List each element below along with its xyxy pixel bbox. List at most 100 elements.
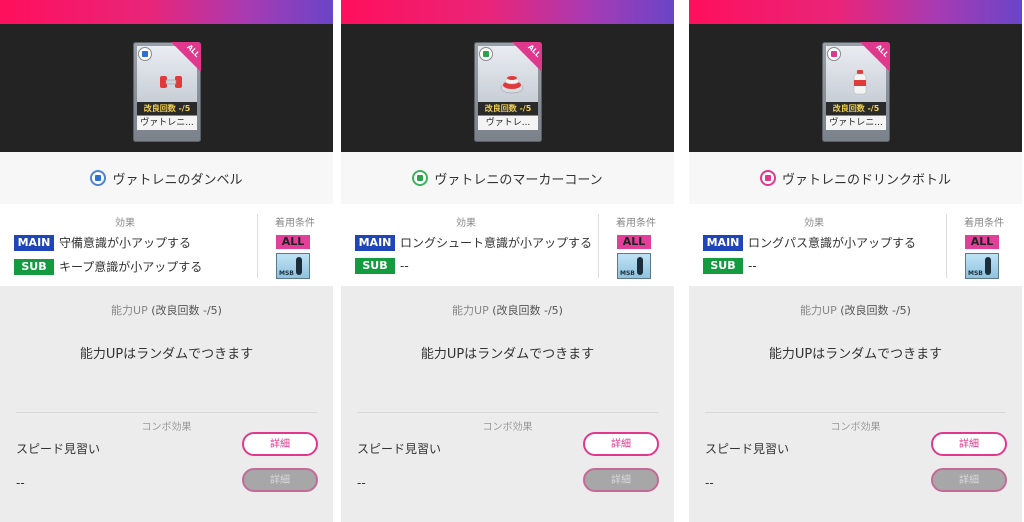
category-badge-icon: [479, 47, 493, 61]
category-green-icon: [412, 170, 429, 186]
main-tag: MAIN: [703, 234, 743, 251]
card-upgrade-count: 改良回数 -/5: [478, 102, 538, 115]
conditions-label: 着用条件: [275, 218, 315, 229]
item-panel-drink-bottle: ALL 改良回数 -/5 ヴァトレニ... ヴァトレニのドリンクボトル 効果 M…: [689, 0, 1022, 522]
category-blue-icon: [90, 170, 107, 186]
combo-item: --: [705, 476, 714, 490]
ability-count: (改良回数 -/5): [492, 304, 563, 317]
combo-item: --: [16, 476, 25, 490]
ability-label: 能力UP: [800, 304, 837, 317]
item-title-row: ヴァトレニのマーカーコーン: [341, 152, 674, 204]
ability-label: 能力UP: [452, 304, 489, 317]
msb-label: MSB: [968, 270, 983, 277]
combo-section: コンボ効果 スピード見習い 詳細 -- 詳細: [0, 414, 333, 522]
marker-cone-icon: [500, 76, 524, 94]
ability-message: 能力UPはランダムでつきます: [768, 347, 943, 362]
combo-item: スピード見習い: [357, 442, 442, 456]
combo-section: コンボ効果 スピード見習い 詳細 -- 詳細: [341, 414, 674, 522]
msb-player-icon: MSB: [965, 253, 999, 279]
combo-item: --: [357, 476, 366, 490]
main-effect: MAIN 守備意識が小アップする: [14, 234, 191, 251]
ability-header: 能力UP (改良回数 -/5): [0, 302, 333, 318]
ability-label: 能力UP: [111, 304, 148, 317]
detail-button[interactable]: 詳細: [583, 432, 659, 456]
category-badge-icon: [827, 47, 841, 61]
effects-label: 効果: [456, 218, 476, 229]
card-item-name: ヴァトレニ...: [826, 116, 886, 130]
detail-button[interactable]: 詳細: [931, 432, 1007, 456]
combo-label: コンボ効果: [482, 422, 533, 433]
combo-section: コンボ効果 スピード見習い 詳細 -- 詳細: [689, 414, 1022, 522]
card-upgrade-count: 改良回数 -/5: [826, 102, 886, 115]
header-gradient-bar: [689, 0, 1022, 24]
ability-header: 能力UP (改良回数 -/5): [689, 302, 1022, 318]
detail-button-disabled[interactable]: 詳細: [931, 468, 1007, 492]
item-title-row: ヴァトレニのダンベル: [0, 152, 333, 204]
ability-section: 能力UP (改良回数 -/5) 能力UPはランダムでつきます: [0, 286, 333, 414]
header-gradient-bar: [0, 0, 333, 24]
card-item-name: ヴァトレニ...: [137, 116, 197, 130]
sub-effect-text: --: [400, 259, 409, 273]
ability-section: 能力UP (改良回数 -/5) 能力UPはランダムでつきます: [341, 286, 674, 414]
ability-message: 能力UPはランダムでつきます: [79, 347, 254, 362]
card-item-name: ヴァトレ...: [478, 116, 538, 130]
ability-count: (改良回数 -/5): [151, 304, 222, 317]
all-position-badge: ALL: [276, 235, 310, 249]
item-panel-dumbbell: ALL 改良回数 -/5 ヴァトレニ... ヴァトレニのダンベル 効果 MAIN…: [0, 0, 333, 522]
item-panel-marker-cone: ALL 改良回数 -/5 ヴァトレ... ヴァトレニのマーカーコーン 効果 MA…: [341, 0, 674, 522]
sub-effect: SUB --: [355, 258, 409, 274]
combo-label: コンボ効果: [141, 422, 192, 433]
item-banner: ALL 改良回数 -/5 ヴァトレニ...: [0, 24, 333, 152]
detail-button-disabled[interactable]: 詳細: [242, 468, 318, 492]
main-tag: MAIN: [355, 234, 395, 251]
msb-label: MSB: [279, 270, 294, 277]
item-card[interactable]: ALL 改良回数 -/5 ヴァトレニ...: [822, 42, 890, 142]
ability-message: 能力UPはランダムでつきます: [420, 347, 595, 362]
item-title: ヴァトレニのダンベル: [112, 172, 243, 188]
item-card[interactable]: ALL 改良回数 -/5 ヴァトレ...: [474, 42, 542, 142]
combo-item: スピード見習い: [705, 442, 790, 456]
ability-header: 能力UP (改良回数 -/5): [341, 302, 674, 318]
sub-effect-text: --: [748, 259, 757, 273]
divider: [257, 214, 258, 278]
effects-label: 効果: [115, 218, 135, 229]
combo-item: スピード見習い: [16, 442, 101, 456]
item-title-row: ヴァトレニのドリンクボトル: [689, 152, 1022, 204]
conditions-label: 着用条件: [964, 218, 1004, 229]
divider: [946, 214, 947, 278]
sub-tag: SUB: [703, 258, 743, 274]
sub-tag: SUB: [355, 258, 395, 274]
msb-player-icon: MSB: [276, 253, 310, 279]
ability-section: 能力UP (改良回数 -/5) 能力UPはランダムでつきます: [689, 286, 1022, 414]
item-title: ヴァトレニのマーカーコーン: [434, 172, 603, 188]
main-effect-text: 守備意識が小アップする: [59, 236, 192, 250]
dumbbell-icon: [160, 76, 182, 88]
main-tag: MAIN: [14, 234, 54, 251]
divider: [16, 412, 317, 413]
item-banner: ALL 改良回数 -/5 ヴァトレニ...: [689, 24, 1022, 152]
main-effect-text: ロングパス意識が小アップする: [748, 236, 917, 250]
effects-section: 効果 MAIN ロングパス意識が小アップする SUB -- 着用条件 ALL M…: [689, 204, 1022, 286]
conditions-label: 着用条件: [616, 218, 656, 229]
effects-section: 効果 MAIN ロングシュート意識が小アップする SUB -- 着用条件 ALL…: [341, 204, 674, 286]
effects-section: 効果 MAIN 守備意識が小アップする SUB キープ意識が小アップする 着用条…: [0, 204, 333, 286]
ability-count: (改良回数 -/5): [840, 304, 911, 317]
all-position-badge: ALL: [965, 235, 999, 249]
divider: [705, 412, 1006, 413]
divider: [598, 214, 599, 278]
main-effect: MAIN ロングパス意識が小アップする: [703, 234, 916, 251]
detail-button[interactable]: 詳細: [242, 432, 318, 456]
drink-bottle-icon: [853, 70, 867, 95]
detail-button-disabled[interactable]: 詳細: [583, 468, 659, 492]
divider: [357, 412, 658, 413]
main-effect-text: ロングシュート意識が小アップする: [400, 236, 593, 250]
sub-effect: SUB キープ意識が小アップする: [14, 258, 202, 275]
effects-label: 効果: [804, 218, 824, 229]
sub-effect: SUB --: [703, 258, 757, 274]
msb-player-icon: MSB: [617, 253, 651, 279]
sub-tag: SUB: [14, 258, 54, 275]
card-upgrade-count: 改良回数 -/5: [137, 102, 197, 115]
item-card[interactable]: ALL 改良回数 -/5 ヴァトレニ...: [133, 42, 201, 142]
msb-label: MSB: [620, 270, 635, 277]
main-effect: MAIN ロングシュート意識が小アップする: [355, 234, 592, 251]
